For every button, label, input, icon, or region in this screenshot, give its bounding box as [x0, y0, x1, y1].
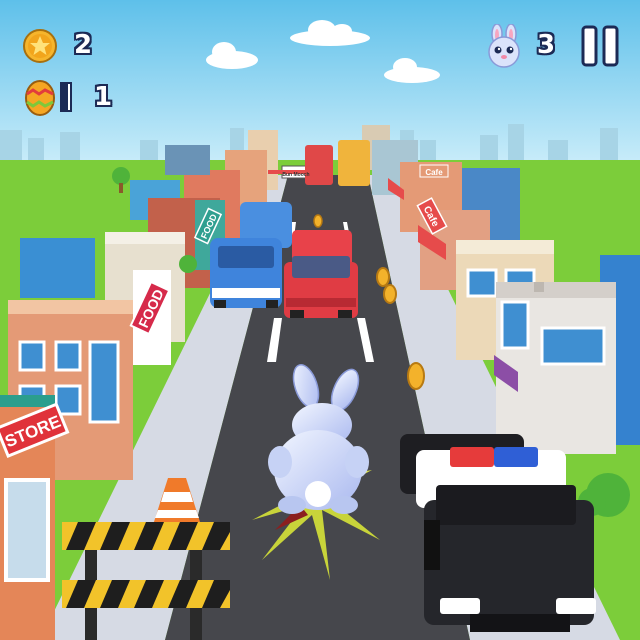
- coin: [383, 284, 397, 304]
- banner-text: Bun Mooch: [282, 172, 309, 178]
- pause-icon: [581, 25, 619, 67]
- coin: [407, 362, 425, 390]
- pause-button[interactable]: [580, 24, 620, 68]
- easter-egg-icon: [25, 80, 55, 116]
- coin: [313, 214, 323, 228]
- star-coin-icon: [23, 29, 57, 63]
- cafe-sign-far: Cafe: [425, 168, 443, 177]
- coin: [376, 267, 390, 287]
- bunny-face-icon: [488, 24, 520, 68]
- coin-count: 2: [74, 30, 93, 60]
- egg-progress-icon: [60, 82, 72, 112]
- game-stage[interactable]: STORE FOOD FOOD Cafe Cafe Bun Mooch 2 1 …: [0, 0, 640, 640]
- egg-count: 1: [94, 82, 113, 112]
- red-car: [284, 230, 358, 318]
- lives-count: 3: [537, 30, 556, 60]
